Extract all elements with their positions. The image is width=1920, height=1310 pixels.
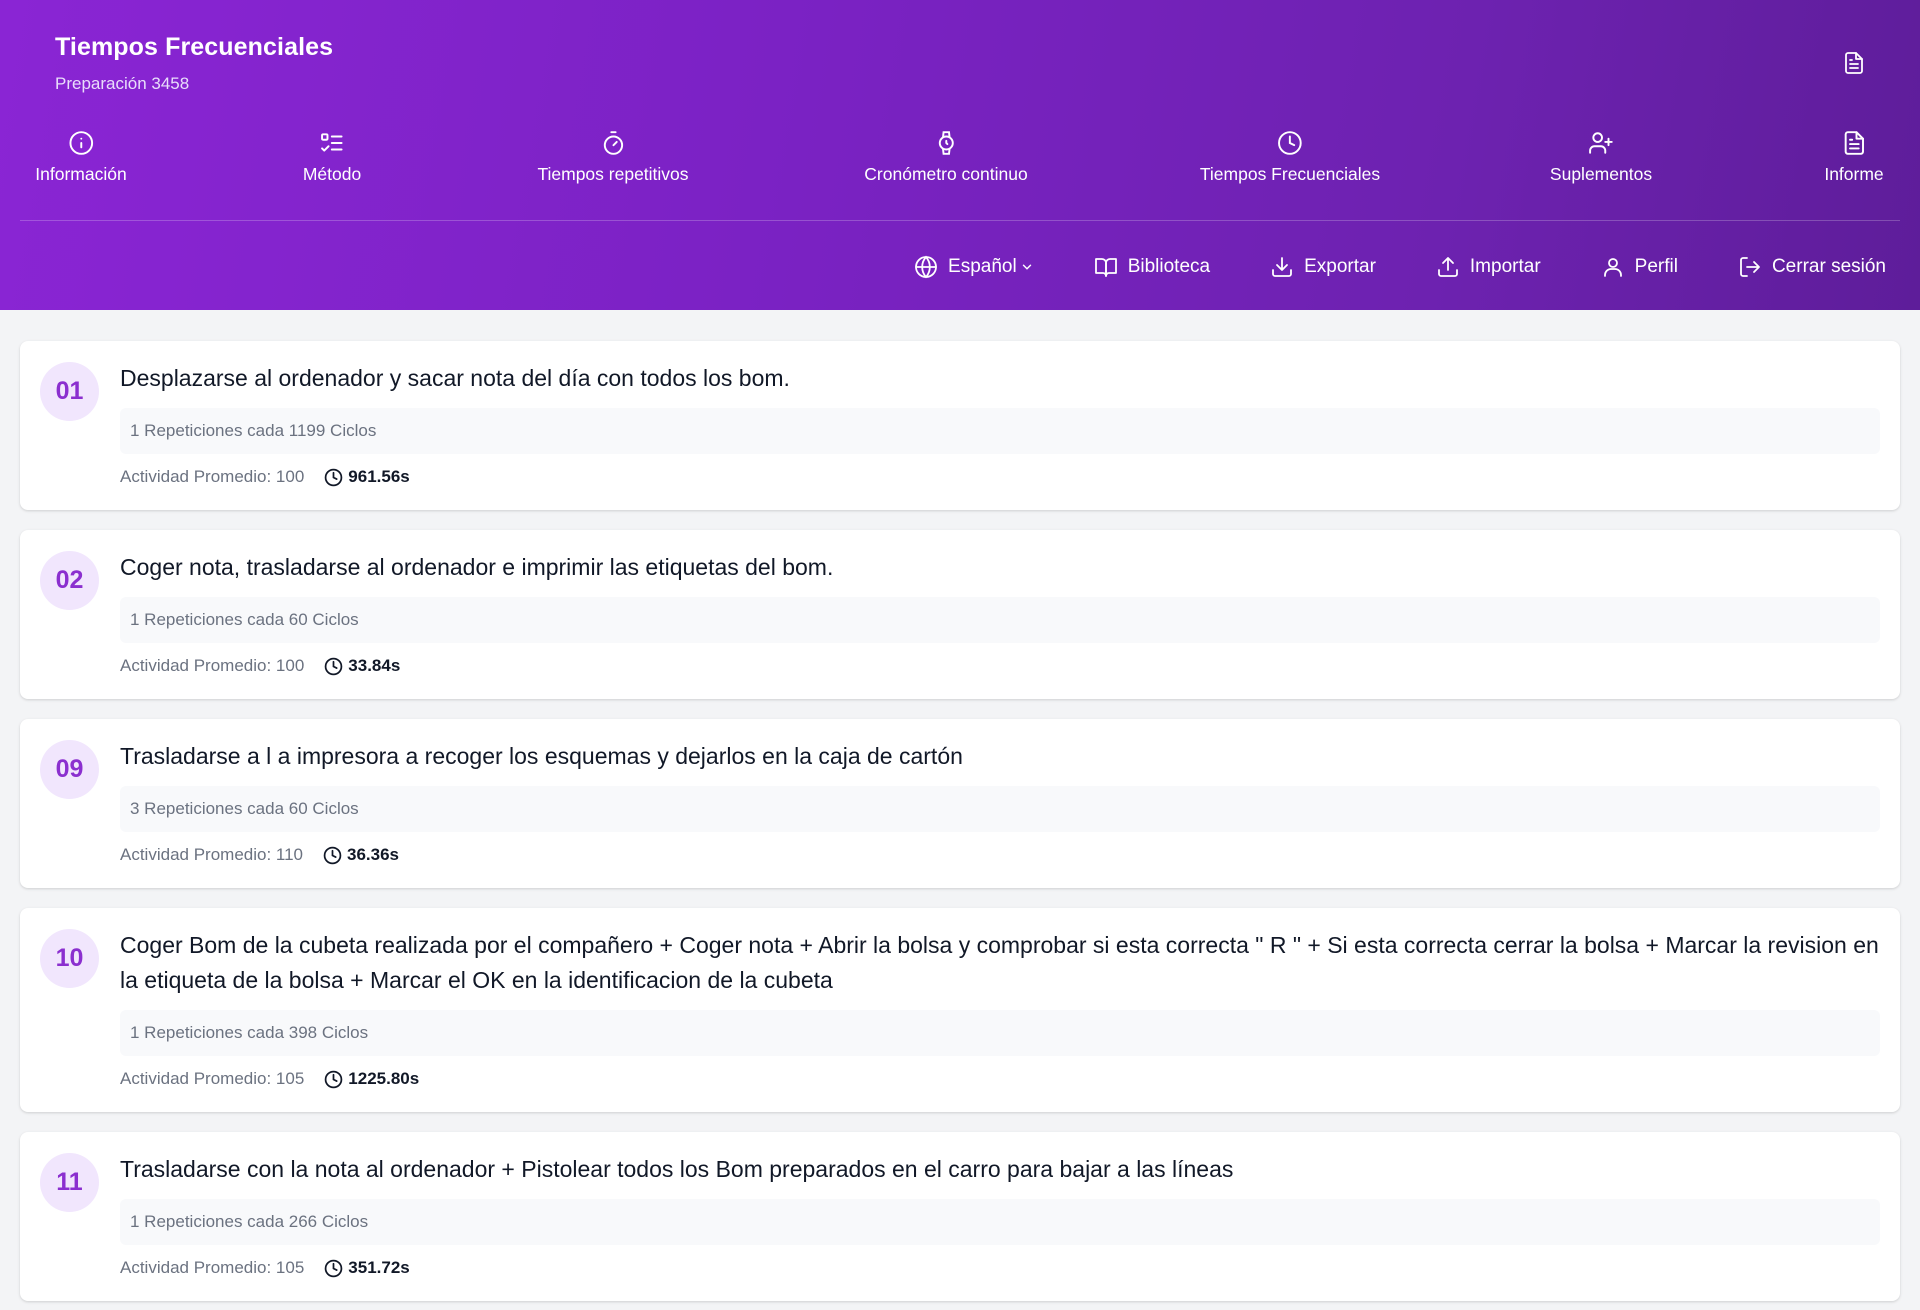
- item-time-value: 1225.80s: [348, 1069, 420, 1088]
- tab-label: Tiempos repetitivos: [537, 164, 689, 184]
- main-nav: Información Método Tiempos repetitivos C…: [0, 130, 1920, 200]
- item-activity: Actividad Promedio: 100: [120, 467, 305, 486]
- item-meta: Actividad Promedio: 110 36.36s: [120, 842, 1880, 868]
- watch-icon: [938, 131, 954, 155]
- export-button[interactable]: Exportar: [1270, 255, 1376, 279]
- item-repetitions: 1 Repeticiones cada 266 Ciclos: [120, 1199, 1880, 1245]
- logout-label: Cerrar sesión: [1771, 256, 1886, 277]
- file-text-icon: [1844, 131, 1864, 155]
- language-label: Español: [948, 256, 1017, 277]
- page-title: Tiempos Frecuenciales: [55, 33, 334, 61]
- tab-tiempos-frecuenciales[interactable]: Tiempos Frecuenciales: [1200, 130, 1380, 185]
- item-time: 36.36s: [323, 845, 399, 865]
- list-item[interactable]: 01 Desplazarse al ordenador y sacar nota…: [20, 341, 1900, 510]
- item-title: Trasladarse con la nota al ordenador + P…: [120, 1156, 1234, 1182]
- item-number-badge: 09: [40, 740, 99, 799]
- language-selector[interactable]: Español: [914, 255, 1034, 279]
- header-divider: [20, 220, 1900, 221]
- item-repetitions: 1 Repeticiones cada 60 Ciclos: [120, 597, 1880, 643]
- page-subtitle: Preparación 3458: [55, 74, 190, 93]
- list-item[interactable]: 10 Coger Bom de la cubeta realizada por …: [20, 908, 1900, 1112]
- export-label: Exportar: [1304, 256, 1376, 277]
- clock-icon: [324, 657, 343, 675]
- item-title: Coger nota, trasladarse al ordenador e i…: [120, 554, 834, 580]
- book-open-icon: [1094, 258, 1117, 277]
- item-time: 961.56s: [324, 467, 410, 487]
- item-repetitions: 3 Repeticiones cada 60 Ciclos: [120, 786, 1880, 832]
- item-time-value: 351.72s: [348, 1258, 410, 1277]
- import-button[interactable]: Importar: [1436, 255, 1541, 279]
- item-meta: Actividad Promedio: 100 33.84s: [120, 653, 1880, 679]
- library-label: Biblioteca: [1127, 256, 1211, 277]
- item-number-badge: 10: [40, 929, 99, 988]
- item-meta: Actividad Promedio: 105 1225.80s: [120, 1066, 1880, 1092]
- clock-icon: [324, 468, 343, 486]
- item-activity: Actividad Promedio: 110: [120, 845, 304, 864]
- tab-label: Cronómetro continuo: [864, 164, 1028, 184]
- item-time: 1225.80s: [324, 1069, 419, 1089]
- item-time: 33.84s: [324, 656, 400, 676]
- download-icon: [1272, 257, 1292, 277]
- clock-icon: [324, 1259, 343, 1277]
- header-actions: Español Biblioteca Exportar Importar Per…: [854, 250, 1886, 284]
- logout-icon: [1740, 257, 1760, 277]
- import-label: Importar: [1469, 256, 1541, 277]
- item-time-value: 33.84s: [348, 656, 401, 675]
- item-number-badge: 01: [40, 362, 99, 421]
- list-item[interactable]: 09 Trasladarse a l a impresora a recoger…: [20, 719, 1900, 888]
- list-item[interactable]: 11 Trasladarse con la nota al ordenador …: [20, 1132, 1900, 1301]
- chevron-down-icon: [1022, 264, 1031, 270]
- upload-icon: [1438, 257, 1458, 277]
- user-icon: [1603, 258, 1622, 277]
- clock-icon: [324, 1070, 343, 1088]
- item-title: Desplazarse al ordenador y sacar nota de…: [120, 365, 790, 391]
- item-meta: Actividad Promedio: 105 351.72s: [120, 1255, 1880, 1281]
- profile-button[interactable]: Perfil: [1601, 255, 1678, 279]
- timer-icon: [603, 131, 623, 155]
- item-time: 351.72s: [324, 1258, 410, 1278]
- clock-icon: [323, 846, 342, 864]
- tab-label: Suplementos: [1549, 164, 1653, 184]
- clock-icon: [1278, 131, 1302, 155]
- tab-label: Método: [302, 164, 362, 184]
- logout-button[interactable]: Cerrar sesión: [1738, 255, 1886, 279]
- library-button[interactable]: Biblioteca: [1094, 255, 1210, 279]
- list-item[interactable]: 02 Coger nota, trasladarse al ordenador …: [20, 530, 1900, 699]
- item-title: Trasladarse a l a impresora a recoger lo…: [120, 743, 963, 769]
- info-icon: [69, 131, 93, 155]
- item-activity: Actividad Promedio: 100: [120, 656, 305, 675]
- tab-suplementos[interactable]: Suplementos: [1550, 130, 1652, 185]
- item-number-badge: 02: [40, 551, 99, 610]
- item-activity: Actividad Promedio: 105: [120, 1258, 305, 1277]
- globe-icon: [915, 255, 937, 279]
- user-plus-icon: [1589, 132, 1613, 154]
- file-text-icon[interactable]: [1840, 48, 1868, 78]
- app-header: Tiempos Frecuenciales Preparación 3458 I…: [0, 0, 1920, 310]
- item-time-value: 36.36s: [347, 845, 400, 864]
- task-list: 01 Desplazarse al ordenador y sacar nota…: [20, 341, 1900, 1310]
- tab-informe[interactable]: Informe: [1824, 130, 1884, 185]
- item-time-value: 961.56s: [348, 467, 410, 486]
- item-activity: Actividad Promedio: 105: [120, 1069, 305, 1088]
- tab-cronometro-continuo[interactable]: Cronómetro continuo: [864, 130, 1028, 185]
- tab-label: Informe: [1824, 164, 1884, 184]
- item-meta: Actividad Promedio: 100 961.56s: [120, 464, 1880, 490]
- tab-informacion[interactable]: Información: [35, 130, 127, 185]
- item-number-badge: 11: [40, 1153, 99, 1212]
- tab-tiempos-repetitivos[interactable]: Tiempos repetitivos: [537, 130, 689, 185]
- item-title: Coger Bom de la cubeta realizada por el …: [120, 932, 1879, 993]
- tab-metodo[interactable]: Método: [303, 130, 361, 185]
- profile-label: Perfil: [1634, 256, 1678, 277]
- tab-label: Información: [35, 164, 127, 184]
- list-checks-icon: [321, 133, 343, 152]
- item-repetitions: 1 Repeticiones cada 1199 Ciclos: [120, 408, 1880, 454]
- tab-label: Tiempos Frecuenciales: [1199, 164, 1381, 184]
- item-repetitions: 1 Repeticiones cada 398 Ciclos: [120, 1010, 1880, 1056]
